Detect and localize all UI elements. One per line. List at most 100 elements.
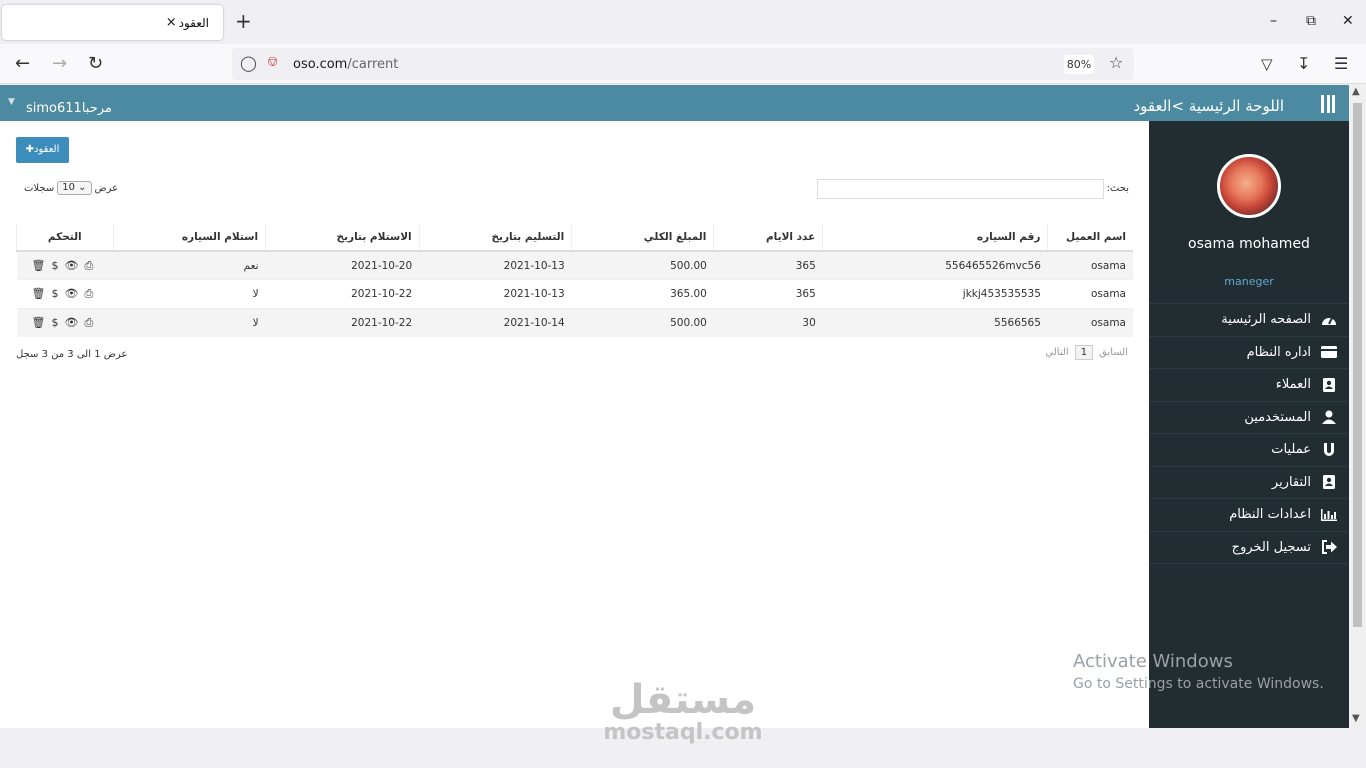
sidebar-item-customers[interactable]: العملاء — [1149, 369, 1349, 402]
shield-icon[interactable]: ◯ — [240, 54, 257, 72]
zoom-level[interactable]: 80% — [1064, 55, 1094, 74]
bookmark-star-icon[interactable]: ☆ — [1109, 53, 1123, 72]
cell-total: 365.00 — [571, 279, 714, 308]
tab-close-icon[interactable]: × — [166, 15, 177, 30]
sidebar-item-label: العملاء — [1275, 377, 1311, 393]
column-header[interactable]: التسليم بتاريخ — [418, 224, 572, 252]
insecure-lock-icon[interactable]: ⎊ — [267, 54, 278, 70]
cell-days: 30 — [713, 307, 823, 337]
sidebar-item-label: اداره النظام — [1246, 344, 1311, 360]
scroll-down-icon[interactable]: ▼ — [1352, 713, 1360, 724]
delete-icon[interactable]: 🗑 — [32, 287, 46, 300]
user-icon — [1321, 410, 1337, 425]
page-length-value: 10 — [62, 182, 75, 193]
dollar-icon[interactable]: $ — [51, 287, 58, 300]
search-input[interactable] — [817, 179, 1104, 199]
cell-customer: osama — [1047, 250, 1133, 280]
delete-icon[interactable]: 🗑 — [32, 259, 46, 272]
sidebar-user-name: osama mohamed — [1188, 236, 1310, 252]
column-header[interactable]: رقم السياره — [822, 224, 1048, 252]
print-icon[interactable]: ⎙ — [84, 259, 93, 272]
dollar-icon[interactable]: $ — [51, 316, 58, 329]
view-eye-icon[interactable]: 👁 — [64, 316, 78, 329]
add-contract-button[interactable]: ✚العقود — [16, 137, 69, 163]
url-bar[interactable]: ◯ ⎊ oso.com/carrent 80% ☆ — [232, 48, 1134, 80]
cell-receive-date: 2021-10-22 — [265, 307, 420, 337]
close-window-icon[interactable]: ✕ — [1342, 12, 1354, 30]
sidebar-item-label: تسجيل الخروج — [1231, 539, 1311, 555]
column-header[interactable]: الاستلام بتاريخ — [265, 224, 420, 252]
cell-days: 365 — [713, 250, 823, 280]
sidebar-item-system-admin[interactable]: اداره النظام — [1149, 337, 1349, 369]
browser-tabbar: العقود × + – ⧉ ✕ — [0, 0, 1366, 44]
cell-total: 500.00 — [571, 250, 714, 280]
length-show-label: عرض — [94, 182, 119, 194]
cell-delivery-date: 2021-10-14 — [419, 307, 572, 337]
dashboard-icon — [1321, 313, 1337, 327]
user-menu[interactable]: مرحباsimo611 — [26, 101, 112, 116]
view-eye-icon[interactable]: 👁 — [64, 259, 78, 272]
back-icon[interactable]: ← — [15, 54, 30, 74]
user-dropdown-caret-icon[interactable]: ▼ — [8, 97, 15, 107]
sidebar-item-users[interactable]: المستخدمين — [1149, 402, 1349, 434]
scrollbar-thumb[interactable] — [1353, 103, 1362, 627]
dollar-icon[interactable]: $ — [51, 259, 58, 272]
pager-next[interactable]: التالي — [1045, 347, 1068, 358]
page-length-control: عرض 10 ⌄ سجلات — [24, 181, 118, 195]
scroll-up-icon[interactable]: ▲ — [1352, 86, 1360, 97]
sidebar-item-label: المستخدمين — [1244, 409, 1311, 425]
table-info: عرض 1 الى 3 من 3 سجل — [16, 349, 128, 360]
sidebar-item-operations[interactable]: عمليات — [1149, 434, 1349, 467]
column-header[interactable]: عدد الايام — [713, 224, 823, 252]
sign-out-icon — [1321, 540, 1337, 555]
hamburger-menu-icon[interactable]: ☰ — [1334, 54, 1348, 74]
cell-delivery-date: 2021-10-13 — [419, 250, 572, 280]
new-tab-button[interactable]: + — [235, 11, 252, 31]
column-header[interactable]: استلام السياره — [112, 224, 266, 252]
activate-windows-watermark: Activate Windows Go to Settings to activ… — [1073, 651, 1324, 692]
pager-prev[interactable]: السابق — [1099, 347, 1128, 358]
column-header[interactable]: اسم العميل — [1047, 224, 1133, 252]
url-domain: oso.com — [293, 57, 348, 72]
browser-navbar: ← → ↻ ◯ ⎊ oso.com/carrent 80% ☆ ▽ ↧ ☰ — [0, 44, 1366, 84]
cell-total: 500.00 — [571, 307, 714, 337]
print-icon[interactable]: ⎙ — [84, 287, 93, 300]
mostaql-url: mostaql.com — [603, 720, 763, 745]
sidebar-item-logout[interactable]: تسجيل الخروج — [1149, 532, 1349, 564]
sidebar-nav: الصفحه الرئيسية اداره النظام العملاء الم… — [1149, 303, 1349, 564]
sidebar-item-reports[interactable]: التقارير — [1149, 467, 1349, 499]
delete-icon[interactable]: 🗑 — [32, 316, 46, 329]
sidebar-toggle-icon[interactable] — [1321, 95, 1335, 113]
tab-title: العقود — [178, 15, 209, 30]
cell-receive-date: 2021-10-22 — [265, 279, 420, 308]
reload-icon[interactable]: ↻ — [88, 54, 103, 74]
table-row: osama jkkj453535535 365 365.00 2021-10-1… — [16, 279, 1133, 308]
table-row: osama 556465526mvc56 365 500.00 2021-10-… — [16, 250, 1133, 280]
cell-delivery-date: 2021-10-13 — [419, 279, 572, 308]
pager-current-page[interactable]: 1 — [1074, 345, 1094, 360]
forward-icon[interactable]: → — [52, 54, 67, 74]
sidebar-item-dashboard[interactable]: الصفحه الرئيسية — [1149, 304, 1349, 337]
sidebar-user-role: maneger — [1224, 275, 1274, 288]
sidebar-item-system-settings[interactable]: اعدادات النظام — [1149, 499, 1349, 532]
pocket-icon[interactable]: ▽ — [1261, 54, 1273, 74]
download-icon[interactable]: ↧ — [1297, 54, 1310, 74]
page-scrollbar[interactable]: ▲ ▼ — [1349, 85, 1366, 728]
sidebar-item-label: اعدادات النظام — [1229, 507, 1311, 523]
cell-controls: 🗑 $ 👁 ⎙ — [16, 279, 114, 308]
breadcrumb: اللوحة الرئيسية >العقود — [1133, 97, 1284, 115]
activate-windows-title: Activate Windows — [1073, 651, 1233, 672]
cell-receive-date: 2021-10-20 — [265, 250, 420, 280]
print-icon[interactable]: ⎙ — [84, 316, 93, 329]
page-length-select[interactable]: 10 ⌄ — [57, 181, 92, 195]
minimize-icon[interactable]: – — [1270, 12, 1277, 30]
cell-car-received: لا — [113, 307, 266, 337]
top-header: ▼ مرحباsimo611 اللوحة الرئيسية >العقود — [0, 85, 1349, 121]
welcome-text: مرحبا — [81, 101, 112, 116]
column-header[interactable]: المبلغ الكلي — [571, 224, 714, 252]
cell-car-received: لا — [113, 279, 266, 308]
maximize-icon[interactable]: ⧉ — [1306, 12, 1316, 30]
browser-tab[interactable]: العقود × — [2, 5, 223, 40]
credit-card-icon — [1321, 345, 1337, 359]
view-eye-icon[interactable]: 👁 — [64, 287, 78, 300]
